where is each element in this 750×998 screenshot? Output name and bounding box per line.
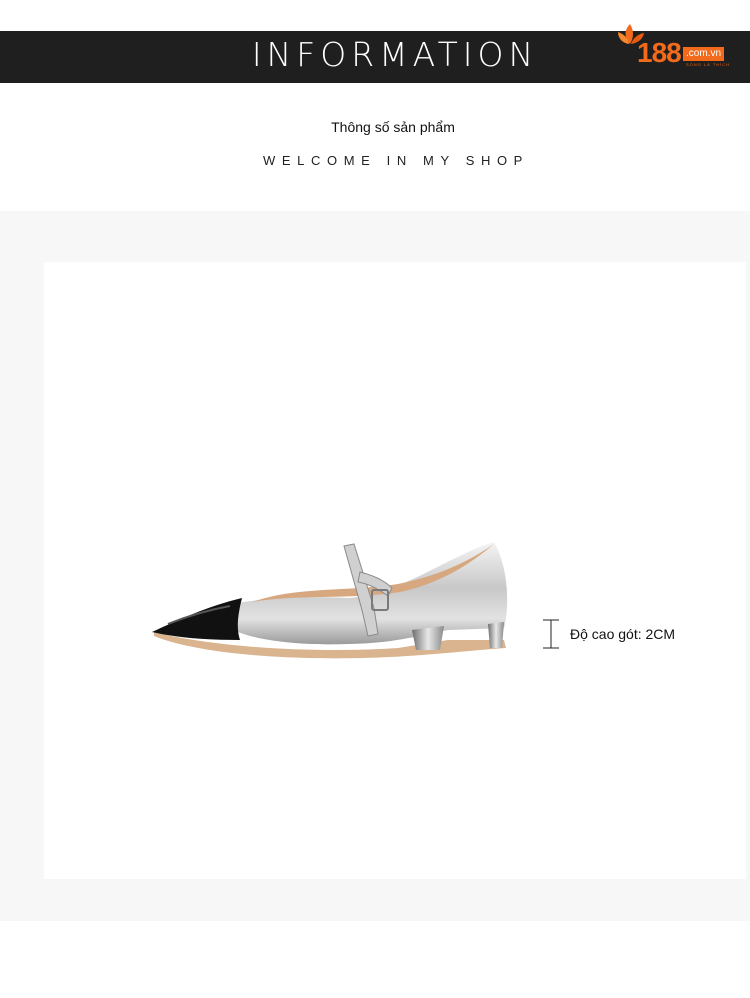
heel-height-label: Độ cao gót: 2CM: [570, 626, 676, 642]
section-subtitle: Thông số sản phẩm: [331, 119, 455, 135]
heel-height-marker-icon: [543, 619, 559, 649]
product-shoe-image: [152, 542, 508, 659]
logo-domain: .com.vn: [683, 47, 725, 61]
brand-logo[interactable]: 188 .com.vn SỐNG LÀ THÍCH: [616, 22, 736, 70]
logo-number: 188: [637, 37, 682, 68]
logo-tagline: SỐNG LÀ THÍCH: [686, 62, 731, 67]
welcome-text: WELCOME IN MY SHOP: [263, 153, 529, 168]
